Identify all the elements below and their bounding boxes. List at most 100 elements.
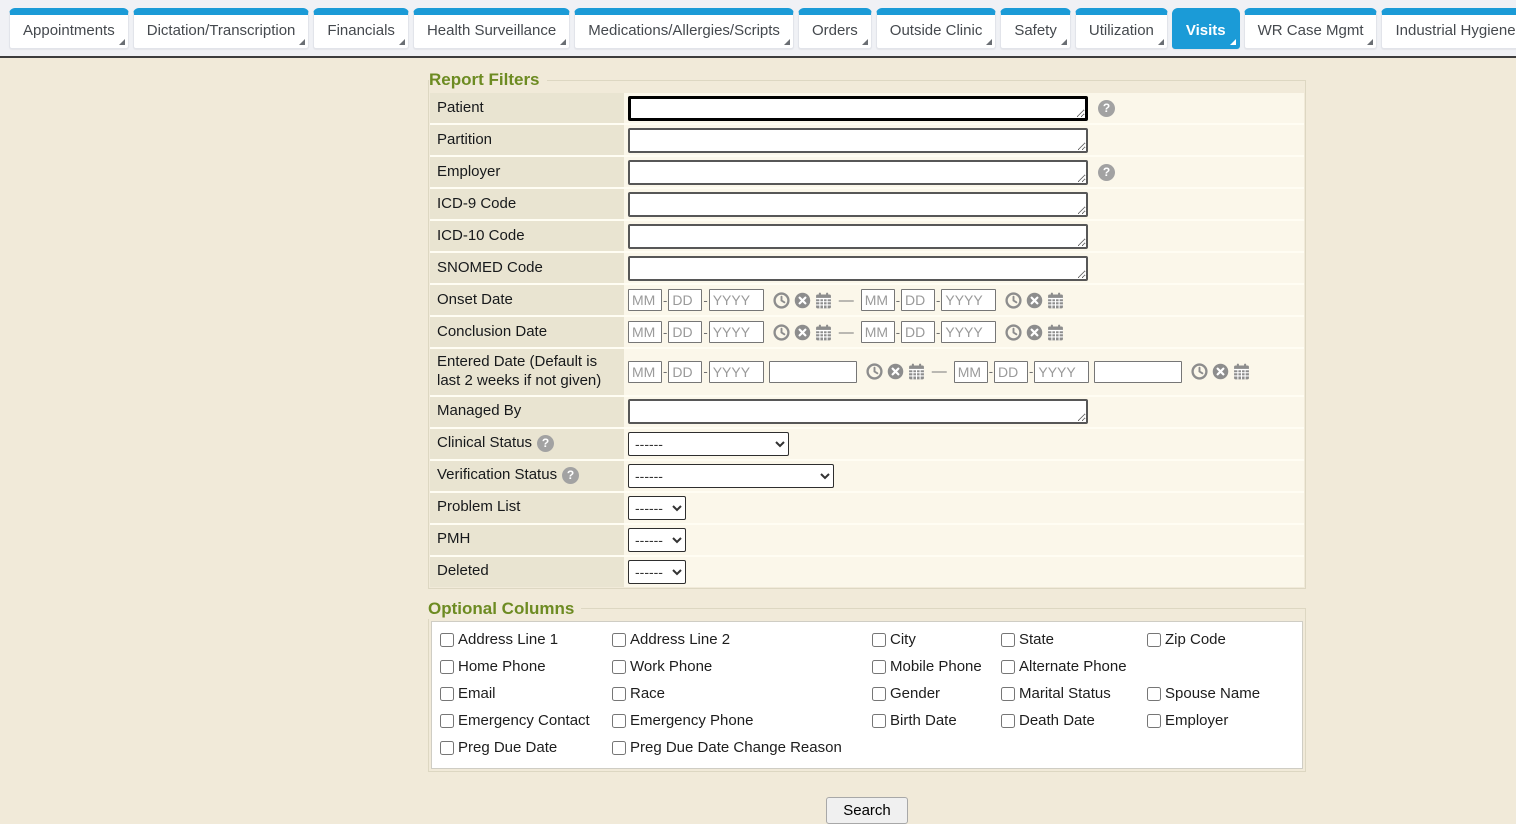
clock-icon[interactable] [1005,292,1022,309]
optional-column-zip-code[interactable]: Zip Code [1147,631,1226,648]
address-line-1-checkbox[interactable] [440,633,454,647]
spouse-name-checkbox[interactable] [1147,687,1161,701]
city-checkbox[interactable] [872,633,886,647]
tab-medications-allergies-scripts[interactable]: Medications/Allergies/Scripts [574,8,794,49]
day-input[interactable] [994,361,1028,383]
problem-list-select[interactable]: ------ [628,496,686,520]
tab-menu-corner-icon[interactable] [986,39,992,45]
marital-status-checkbox[interactable] [1001,687,1015,701]
year-input[interactable] [1034,361,1089,383]
optional-column-preg-due-date-change-reason[interactable]: Preg Due Date Change Reason [612,739,842,756]
clock-icon[interactable] [1191,363,1208,380]
work-phone-checkbox[interactable] [612,660,626,674]
mobile-phone-checkbox[interactable] [872,660,886,674]
optional-column-work-phone[interactable]: Work Phone [612,658,712,675]
clock-icon[interactable] [773,324,790,341]
birth-date-checkbox[interactable] [872,714,886,728]
clock-icon[interactable] [1005,324,1022,341]
optional-column-state[interactable]: State [1001,631,1054,648]
race-checkbox[interactable] [612,687,626,701]
email-checkbox[interactable] [440,687,454,701]
optional-column-gender[interactable]: Gender [872,685,940,702]
time-input[interactable] [769,361,857,383]
tab-menu-corner-icon[interactable] [862,39,868,45]
tab-menu-corner-icon[interactable] [784,39,790,45]
tab-wr-case-mgmt[interactable]: WR Case Mgmt [1244,8,1378,49]
day-input[interactable] [901,321,935,343]
tab-menu-corner-icon[interactable] [560,39,566,45]
optional-column-emergency-contact[interactable]: Emergency Contact [440,712,590,729]
icd9-code-input[interactable] [628,192,1088,217]
month-input[interactable] [628,289,662,311]
tab-menu-corner-icon[interactable] [1367,39,1373,45]
managed-by-input[interactable] [628,399,1088,424]
optional-column-death-date[interactable]: Death Date [1001,712,1095,729]
tab-appointments[interactable]: Appointments [9,8,129,49]
snomed-code-input[interactable] [628,256,1088,281]
home-phone-checkbox[interactable] [440,660,454,674]
emergency-phone-checkbox[interactable] [612,714,626,728]
verification-status-select[interactable]: ------ [628,464,834,488]
employer-checkbox[interactable] [1147,714,1161,728]
alternate-phone-checkbox[interactable] [1001,660,1015,674]
clock-icon[interactable] [773,292,790,309]
clear-icon[interactable] [1212,363,1229,380]
tab-menu-corner-icon[interactable] [1158,39,1164,45]
optional-column-city[interactable]: City [872,631,916,648]
tab-menu-corner-icon[interactable] [119,39,125,45]
calendar-icon[interactable] [908,363,925,380]
clear-icon[interactable] [887,363,904,380]
clear-icon[interactable] [794,324,811,341]
help-icon[interactable]: ? [1098,164,1115,181]
month-input[interactable] [861,289,895,311]
calendar-icon[interactable] [815,324,832,341]
zip-code-checkbox[interactable] [1147,633,1161,647]
optional-column-home-phone[interactable]: Home Phone [440,658,546,675]
tab-orders[interactable]: Orders [798,8,872,49]
optional-column-alternate-phone[interactable]: Alternate Phone [1001,658,1127,675]
optional-column-mobile-phone[interactable]: Mobile Phone [872,658,982,675]
optional-column-address-line-2[interactable]: Address Line 2 [612,631,730,648]
help-icon[interactable]: ? [1098,100,1115,117]
month-input[interactable] [628,321,662,343]
year-input[interactable] [709,289,764,311]
help-icon[interactable]: ? [562,467,579,484]
death-date-checkbox[interactable] [1001,714,1015,728]
partition-input[interactable] [628,128,1088,153]
optional-column-marital-status[interactable]: Marital Status [1001,685,1111,702]
tab-financials[interactable]: Financials [313,8,409,49]
address-line-2-checkbox[interactable] [612,633,626,647]
calendar-icon[interactable] [815,292,832,309]
optional-column-race[interactable]: Race [612,685,665,702]
clear-icon[interactable] [1026,324,1043,341]
month-input[interactable] [628,361,662,383]
year-input[interactable] [709,361,764,383]
tab-utilization[interactable]: Utilization [1075,8,1168,49]
patient-input[interactable] [628,96,1088,121]
calendar-icon[interactable] [1233,363,1250,380]
tab-menu-corner-icon[interactable] [1061,39,1067,45]
clear-icon[interactable] [1026,292,1043,309]
help-icon[interactable]: ? [537,435,554,452]
month-input[interactable] [861,321,895,343]
state-checkbox[interactable] [1001,633,1015,647]
calendar-icon[interactable] [1047,292,1064,309]
day-input[interactable] [668,289,702,311]
tab-menu-corner-icon[interactable] [1230,39,1236,45]
emergency-contact-checkbox[interactable] [440,714,454,728]
tab-dictation-transcription[interactable]: Dictation/Transcription [133,8,310,49]
gender-checkbox[interactable] [872,687,886,701]
optional-column-birth-date[interactable]: Birth Date [872,712,957,729]
tab-industrial-hygiene[interactable]: Industrial Hygiene [1381,8,1516,49]
optional-column-preg-due-date[interactable]: Preg Due Date [440,739,557,756]
icd10-code-input[interactable] [628,224,1088,249]
year-input[interactable] [941,289,996,311]
tab-menu-corner-icon[interactable] [299,39,305,45]
month-input[interactable] [954,361,988,383]
optional-column-emergency-phone[interactable]: Emergency Phone [612,712,753,729]
search-button[interactable]: Search [826,797,908,824]
pmh-select[interactable]: ------ [628,528,686,552]
day-input[interactable] [901,289,935,311]
calendar-icon[interactable] [1047,324,1064,341]
tab-health-surveillance[interactable]: Health Surveillance [413,8,570,49]
